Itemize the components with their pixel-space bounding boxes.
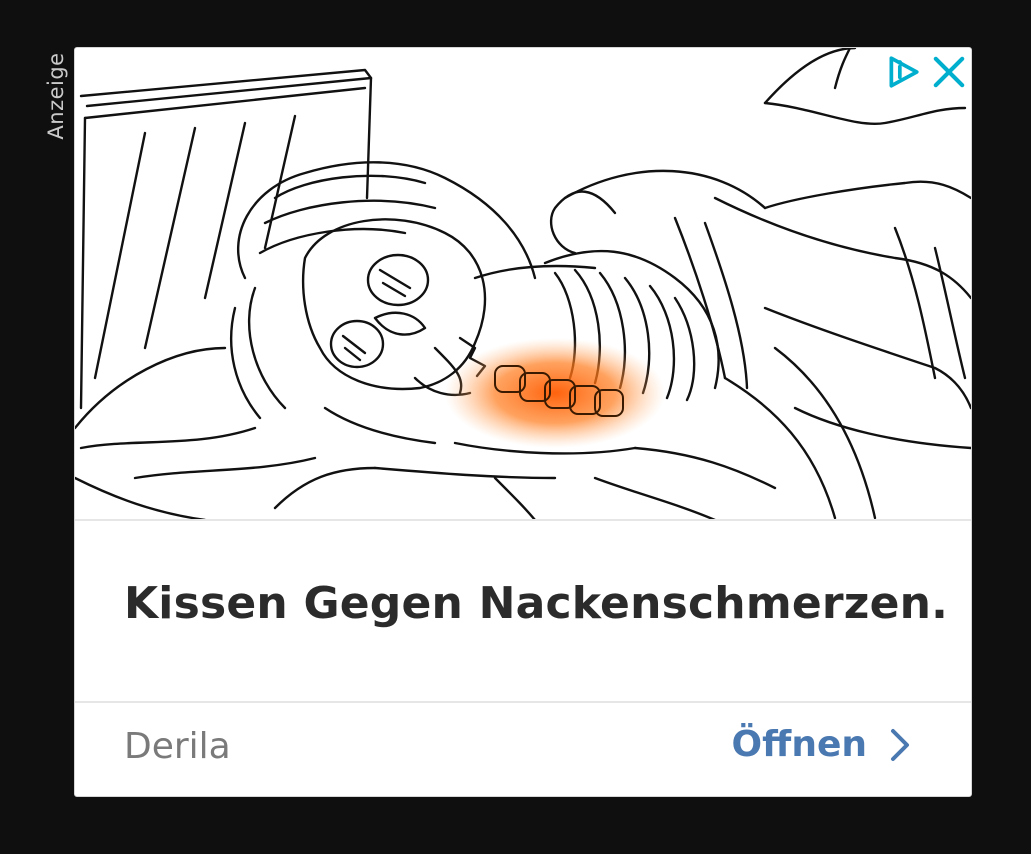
skeleton-in-bed-drawing [75,48,971,520]
close-icon[interactable] [931,54,967,90]
ad-illustration[interactable] [75,48,971,520]
ad-card[interactable]: Kissen Gegen Nackenschmerzen. Derila Öff… [74,47,972,797]
ad-stage: Anzeige Kissen Gegen Nackenschmerzen. De… [0,0,1031,854]
adchoices-icon[interactable] [885,54,921,90]
chevron-right-icon [891,728,909,761]
open-button-label: Öffnen [731,724,867,765]
pain-highlight [445,338,665,448]
ad-headline[interactable]: Kissen Gegen Nackenschmerzen. [124,578,948,629]
advertiser-name[interactable]: Derila [124,726,231,767]
ad-controls [885,54,967,90]
divider [75,519,971,521]
open-button[interactable]: Öffnen [732,724,911,765]
ad-label: Anzeige [44,52,68,140]
divider [75,701,971,703]
